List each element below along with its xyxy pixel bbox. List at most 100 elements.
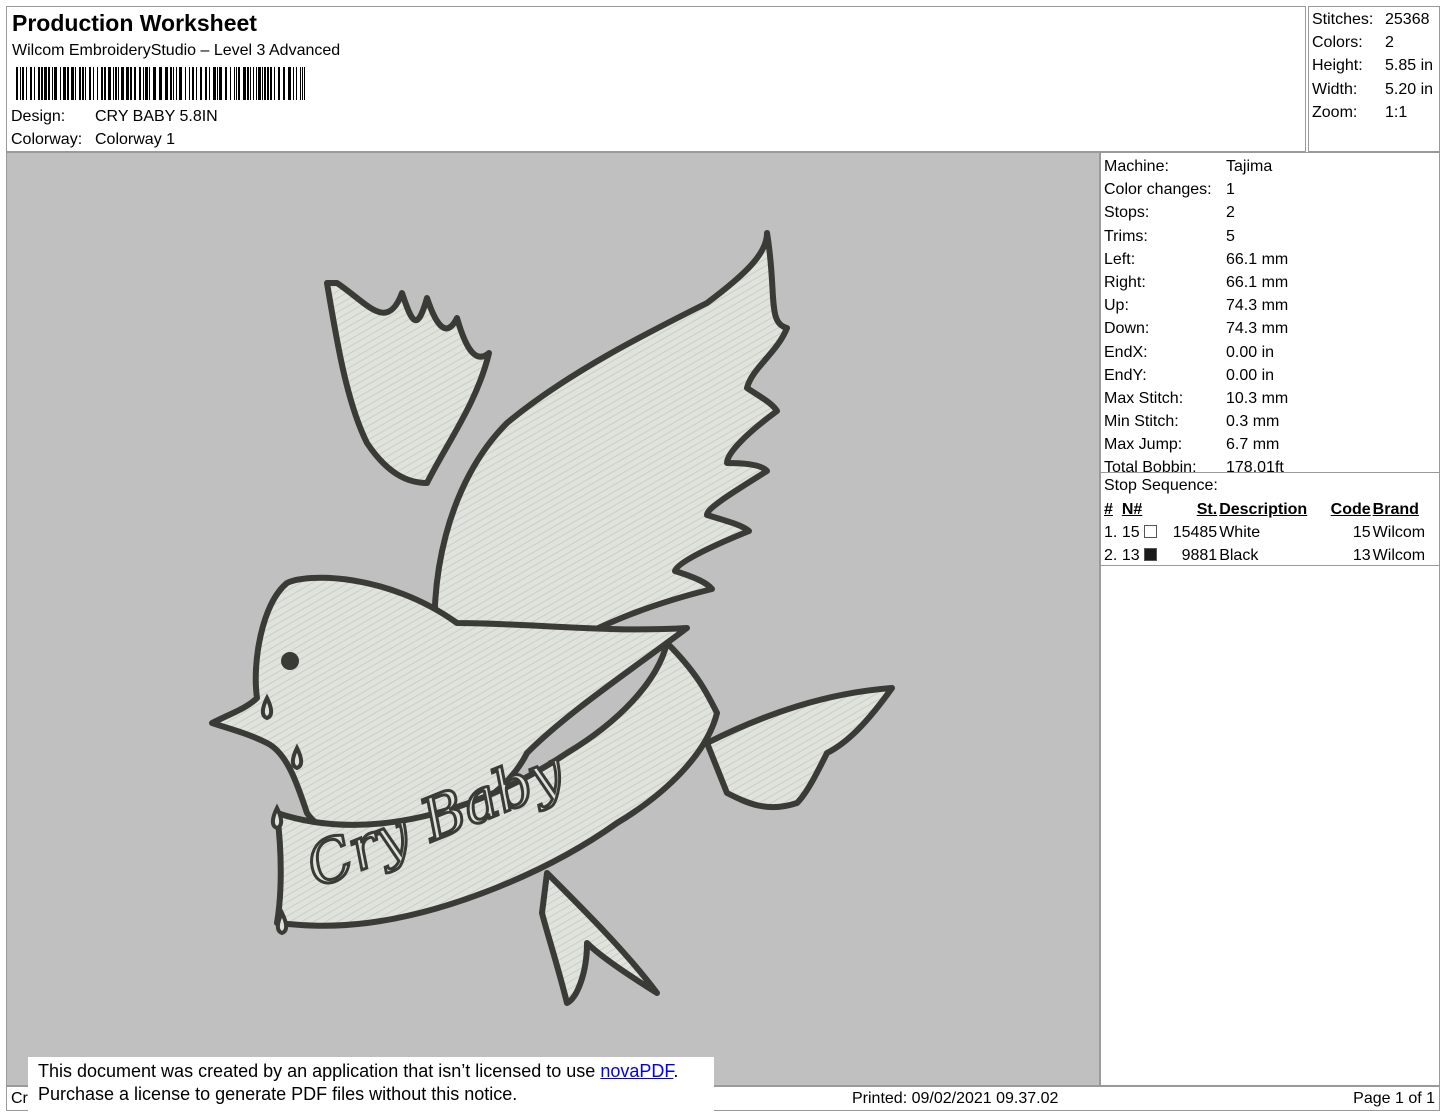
barcode-bar <box>185 67 186 100</box>
spec-value: 74.3 mm <box>1226 297 1289 315</box>
table-header-row: # N# St. Description Code Brand <box>1104 498 1436 521</box>
barcode-bar <box>173 67 174 100</box>
spec-label: Trims: <box>1104 227 1148 245</box>
footer-truncated-text: Cr <box>11 1090 28 1107</box>
barcode-bar <box>205 67 207 100</box>
summary-row: Colors: 2 <box>1312 32 1436 55</box>
license-notice: This document was created by an applicat… <box>28 1057 714 1111</box>
barcode-bar <box>41 67 43 100</box>
barcode-bar <box>97 67 98 100</box>
machine-specs: Machine: Tajima Color changes: 1 Stops: 2 T… <box>1101 153 1439 476</box>
summary-value: 2 <box>1385 34 1394 52</box>
spec-row: Machine: Tajima <box>1104 156 1436 179</box>
column-header: Description <box>1219 501 1308 518</box>
barcode-bar <box>300 67 301 100</box>
barcode-bar <box>234 67 235 100</box>
spec-label: EndY: <box>1104 366 1147 384</box>
barcode-bar <box>89 67 91 100</box>
spec-value: 0.00 in <box>1226 343 1275 361</box>
barcode-bar <box>108 67 111 100</box>
barcode-bar <box>113 67 114 100</box>
spec-row: Min Stitch: 0.3 mm <box>1104 411 1436 434</box>
spec-row: EndY: 0.00 in <box>1104 365 1436 388</box>
needle-value: 13 <box>1121 547 1140 564</box>
spec-value: 66.1 mm <box>1226 273 1289 291</box>
barcode-bar <box>304 67 305 100</box>
colorway-value: Colorway 1 <box>95 131 176 148</box>
bird-tail <box>539 870 660 1006</box>
barcode-bar <box>209 67 210 100</box>
barcode-bar <box>85 67 86 100</box>
spec-row: Right: 66.1 mm <box>1104 272 1436 295</box>
color-code: 13 <box>1352 547 1371 564</box>
barcode-bar <box>82 67 84 100</box>
summary-row: Stitches: 25368 <box>1312 9 1436 32</box>
spec-value: 10.3 mm <box>1226 389 1289 407</box>
barcode-bar <box>16 67 18 100</box>
barcode-bar <box>219 67 222 100</box>
barcode-bar <box>115 67 117 100</box>
summary-label: Zoom: <box>1312 103 1358 121</box>
notice-text: . <box>673 1061 679 1081</box>
barcode-bar <box>217 67 218 100</box>
spec-label: Max Jump: <box>1104 436 1183 454</box>
printed-timestamp: Printed: 09/02/2021 09.37.02 <box>852 1090 1059 1107</box>
column-header: St. <box>1196 501 1218 518</box>
worksheet-page: Production Worksheet Wilcom EmbroiderySt… <box>6 6 1440 1111</box>
color-swatch <box>1144 525 1158 538</box>
spec-value: 1 <box>1226 181 1235 199</box>
bird-upper-wing <box>431 230 790 666</box>
table-row: 2. 13 9881 Black 13 Wilcom <box>1104 544 1436 567</box>
bird-lower-wing <box>704 685 895 811</box>
barcode-bar <box>296 67 297 100</box>
barcode-bar <box>236 67 237 100</box>
needle-value: 15 <box>1121 524 1140 541</box>
barcode-bar <box>139 67 141 100</box>
barcode-bar <box>121 67 124 100</box>
design-preview: Cry Baby <box>6 152 1100 1086</box>
barcode-bar <box>44 67 47 100</box>
spec-label: Stops: <box>1104 204 1150 222</box>
tear-drop <box>275 908 289 936</box>
spec-value: 0.3 mm <box>1226 413 1280 431</box>
summary-value: 5.85 in <box>1385 57 1434 75</box>
barcode-bar <box>170 67 172 100</box>
spec-label: Machine: <box>1104 158 1169 175</box>
spec-label: Up: <box>1104 297 1129 315</box>
column-header: N# <box>1121 501 1143 518</box>
spec-value: 66.1 mm <box>1226 250 1289 268</box>
summary-label: Height: <box>1312 57 1363 75</box>
summary-label: Colors: <box>1312 34 1363 52</box>
stop-sequence: Stop Sequence: # N# St. Description Code… <box>1101 473 1439 566</box>
spec-value: Tajima <box>1226 158 1273 175</box>
barcode-bar <box>63 67 66 100</box>
spec-value: 6.7 mm <box>1226 436 1280 454</box>
summary-row: Width: 5.20 in <box>1312 79 1436 102</box>
spec-row: Max Stitch: 10.3 mm <box>1104 388 1436 411</box>
stop-index: 1. <box>1104 524 1118 541</box>
column-header: Code <box>1330 501 1371 518</box>
summary-row: Zoom: 1:1 <box>1312 102 1436 125</box>
spec-value: 178.01ft <box>1226 459 1284 477</box>
summary-value: 25368 <box>1385 11 1430 28</box>
barcode-bar <box>26 67 27 100</box>
barcode-bar <box>67 67 69 100</box>
barcode-bar <box>288 67 291 100</box>
barcode-bar <box>274 67 275 100</box>
stop-index: 2. <box>1104 547 1118 564</box>
color-swatch <box>1144 548 1158 561</box>
worksheet-title: Production Worksheet <box>12 10 257 36</box>
spec-label: Max Stitch: <box>1104 389 1184 407</box>
barcode-bar <box>200 67 202 100</box>
column-header: # <box>1104 501 1113 518</box>
summary-value: 1:1 <box>1385 103 1408 121</box>
barcode-bar <box>238 67 240 100</box>
barcode-bar <box>52 67 53 100</box>
application-name: Wilcom EmbroideryStudio – Level 3 Advanc… <box>12 42 341 59</box>
barcode-bar <box>79 67 81 100</box>
barcode-bar <box>176 67 177 100</box>
summary-label: Stitches: <box>1312 11 1374 28</box>
novapdf-link[interactable]: novaPDF <box>600 1061 673 1081</box>
spec-value: 0.00 in <box>1226 366 1275 384</box>
barcode-bar <box>93 67 94 100</box>
